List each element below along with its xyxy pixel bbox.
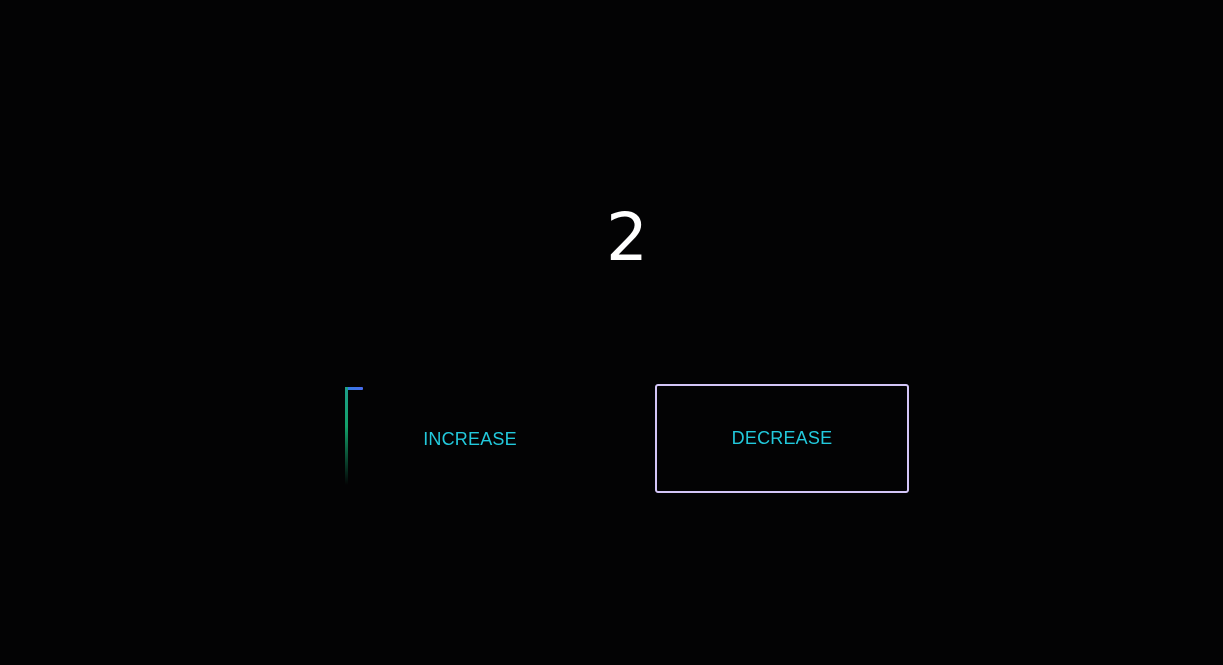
increase-button[interactable]: INCREASE [345, 386, 593, 492]
increase-button-label: INCREASE [423, 428, 517, 449]
counter-value: 2 [606, 199, 648, 276]
decrease-button[interactable]: DECREASE [655, 384, 909, 493]
decrease-button-label: DECREASE [731, 428, 833, 448]
